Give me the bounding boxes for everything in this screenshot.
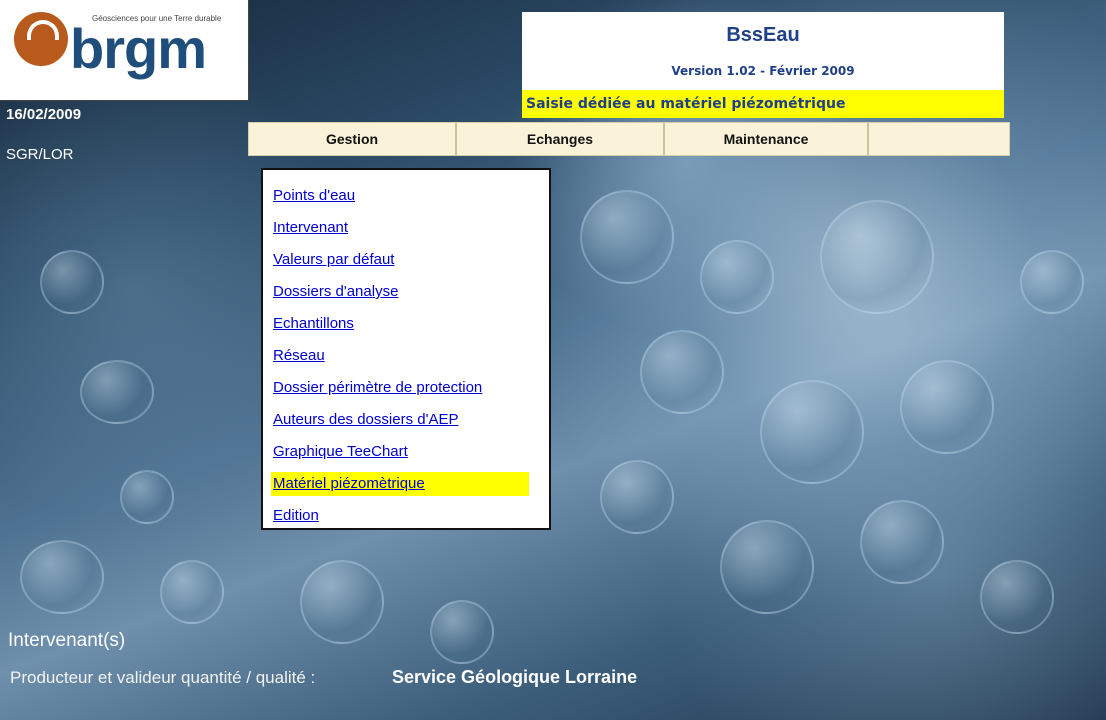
menu-item-intervenant[interactable]: Intervenant — [271, 216, 529, 240]
menu-gestion[interactable]: Gestion — [249, 123, 457, 155]
menu-item-dossier-perimetre[interactable]: Dossier périmètre de protection — [271, 376, 529, 400]
menu-item-valeurs-defaut[interactable]: Valeurs par défaut — [271, 248, 529, 272]
menu-echanges[interactable]: Echanges — [457, 123, 665, 155]
intervenant-organization: Service Géologique Lorraine — [392, 667, 638, 687]
intervenants-label: Intervenant(s) — [8, 630, 126, 651]
gestion-dropdown-menu: Points d'eau Intervenant Valeurs par déf… — [261, 168, 551, 530]
menu-maintenance[interactable]: Maintenance — [665, 123, 869, 155]
menu-empty-slot — [869, 123, 1009, 155]
menu-item-auteurs-aep[interactable]: Auteurs des dossiers d'AEP — [271, 408, 529, 432]
main-menubar: Gestion Echanges Maintenance — [248, 122, 1010, 156]
menu-item-materiel-piezometrique[interactable]: Matériel piézomètrique — [271, 472, 529, 496]
brgm-logo-icon — [14, 12, 68, 66]
brgm-logo: Géosciences pour une Terre durable brgm — [0, 0, 249, 101]
logo-wordmark: brgm — [70, 17, 207, 80]
app-subtitle: Saisie dédiée au matériel piézométrique — [522, 90, 1004, 118]
app-title: BssEau — [726, 24, 800, 46]
user-code: SGR/LOR — [6, 146, 74, 163]
menu-item-graphique-teechart[interactable]: Graphique TeeChart — [271, 440, 529, 464]
intervenant-role: Producteur et valideur quantité / qualit… — [10, 668, 316, 687]
menu-item-points-eau[interactable]: Points d'eau — [271, 184, 529, 208]
menu-item-reseau[interactable]: Réseau — [271, 344, 529, 368]
menu-item-edition[interactable]: Edition — [271, 504, 529, 528]
app-version: Version 1.02 - Février 2009 — [671, 64, 855, 78]
menu-item-echantillons[interactable]: Echantillons — [271, 312, 529, 336]
app-header: BssEau Version 1.02 - Février 2009 Saisi… — [522, 12, 1004, 118]
menu-item-dossiers-analyse[interactable]: Dossiers d'analyse — [271, 280, 529, 304]
current-date: 16/02/2009 — [6, 106, 82, 123]
